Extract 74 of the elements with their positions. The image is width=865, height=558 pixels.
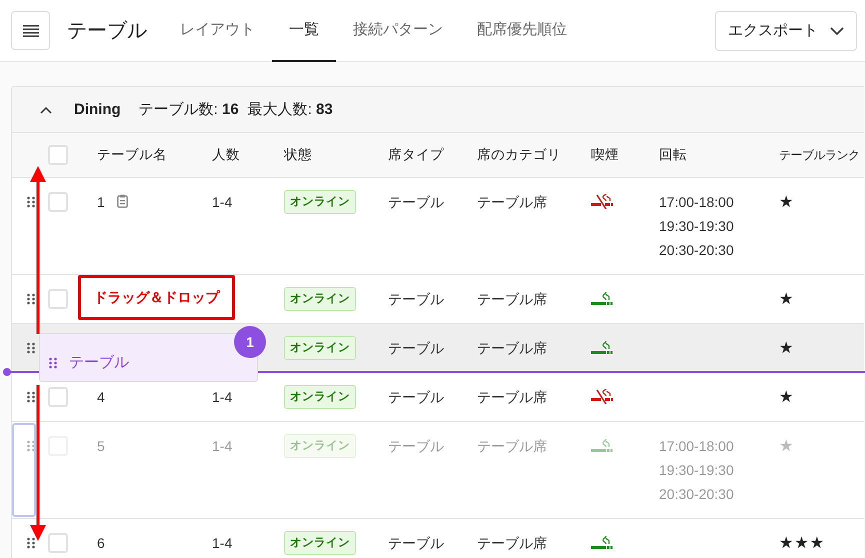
- rank-stars: ★: [779, 386, 794, 408]
- table-cell-text: テーブル席: [477, 388, 547, 407]
- table-cell-text: テーブル席: [477, 193, 547, 212]
- column-header: 席タイプ: [388, 146, 444, 164]
- column-header: テーブルランク: [779, 147, 860, 164]
- select-all-checkbox[interactable]: [48, 145, 68, 165]
- table-name: 5: [97, 437, 105, 456]
- clipboard-icon[interactable]: [116, 194, 128, 208]
- table-cell-text: テーブル: [388, 534, 444, 553]
- column-header: 喫煙: [591, 146, 619, 164]
- drag-handle-icon[interactable]: [27, 537, 35, 549]
- status-badge: オンライン: [284, 336, 356, 360]
- rotation-time: 20:30-20:30: [659, 485, 734, 504]
- column-header: 状態: [284, 146, 312, 164]
- row-checkbox[interactable]: [48, 387, 68, 407]
- tab[interactable]: レイアウト: [163, 0, 272, 62]
- tab[interactable]: 接続パターン: [336, 0, 460, 62]
- row-checkbox[interactable]: [48, 533, 68, 553]
- table-cell-text: テーブル: [388, 290, 444, 309]
- rotation-time: 17:00-18:00: [659, 193, 734, 212]
- table-name: 4: [97, 388, 105, 407]
- status-badge: オンライン: [284, 287, 356, 311]
- drag-handle-icon[interactable]: [27, 440, 35, 452]
- rotation-time: 19:30-19:30: [659, 461, 734, 480]
- column-header: 人数: [212, 146, 240, 164]
- tab[interactable]: 配席優先順位: [460, 0, 584, 62]
- table-cell-text: テーブル: [388, 193, 444, 212]
- status-badge: オンライン: [284, 531, 356, 555]
- table-name: 6: [97, 534, 105, 553]
- chevron-up-icon[interactable]: [40, 106, 52, 114]
- annotation-label: ドラッグ＆ドロップ: [78, 275, 235, 320]
- rank-stars: ★: [779, 337, 794, 359]
- rank-stars: ★: [779, 435, 794, 457]
- table-cell-text: テーブル: [388, 437, 444, 456]
- drag-handle-icon[interactable]: [27, 391, 35, 403]
- rank-stars: ★★★: [779, 532, 826, 554]
- table-name: 1: [97, 193, 105, 212]
- group-stat: 最大人数: 83: [248, 100, 333, 119]
- table-cell-text: テーブル: [388, 388, 444, 407]
- table-cell-text: テーブル席: [477, 290, 547, 309]
- export-button[interactable]: エクスポート: [715, 10, 857, 50]
- chevron-down-icon: [830, 26, 844, 34]
- menu-button[interactable]: [11, 11, 50, 50]
- table-cell-text: テーブル: [388, 339, 444, 358]
- table-cell-text: 1-4: [212, 193, 232, 212]
- drag-handle-icon[interactable]: [49, 356, 57, 368]
- row-checkbox[interactable]: [48, 192, 68, 212]
- status-badge: オンライン: [284, 434, 356, 458]
- column-header: 回転: [659, 146, 687, 164]
- status-badge: オンライン: [284, 190, 356, 214]
- column-header: テーブル名: [97, 146, 167, 164]
- drag-preview-label: テーブル: [69, 353, 129, 372]
- drag-handle-icon[interactable]: [27, 293, 35, 305]
- table-cell-text: 1-4: [212, 534, 232, 553]
- table-cell-text: テーブル席: [477, 437, 547, 456]
- rotation-time: 17:00-18:00: [659, 437, 734, 456]
- rank-stars: ★: [779, 288, 794, 310]
- table-cell-text: 1-4: [212, 437, 232, 456]
- rotation-time: 20:30-20:30: [659, 241, 734, 260]
- rank-stars: ★: [779, 191, 794, 213]
- drag-handle-icon[interactable]: [27, 196, 35, 208]
- column-header: 席のカテゴリ: [477, 146, 561, 164]
- table-cell-text: テーブル席: [477, 534, 547, 553]
- tab[interactable]: 一覧: [272, 0, 336, 62]
- table-cell-text: テーブル席: [477, 339, 547, 358]
- group-name: Dining: [74, 101, 121, 118]
- row-checkbox[interactable]: [48, 289, 68, 309]
- table-cell-text: 1-4: [212, 388, 232, 407]
- group-stat: テーブル数: 16: [138, 100, 239, 119]
- page-title: テーブル: [67, 19, 147, 44]
- drag-handle-icon[interactable]: [27, 342, 35, 354]
- status-badge: オンライン: [284, 385, 356, 409]
- rotation-time: 19:30-19:30: [659, 217, 734, 236]
- menu-icon: [22, 24, 38, 36]
